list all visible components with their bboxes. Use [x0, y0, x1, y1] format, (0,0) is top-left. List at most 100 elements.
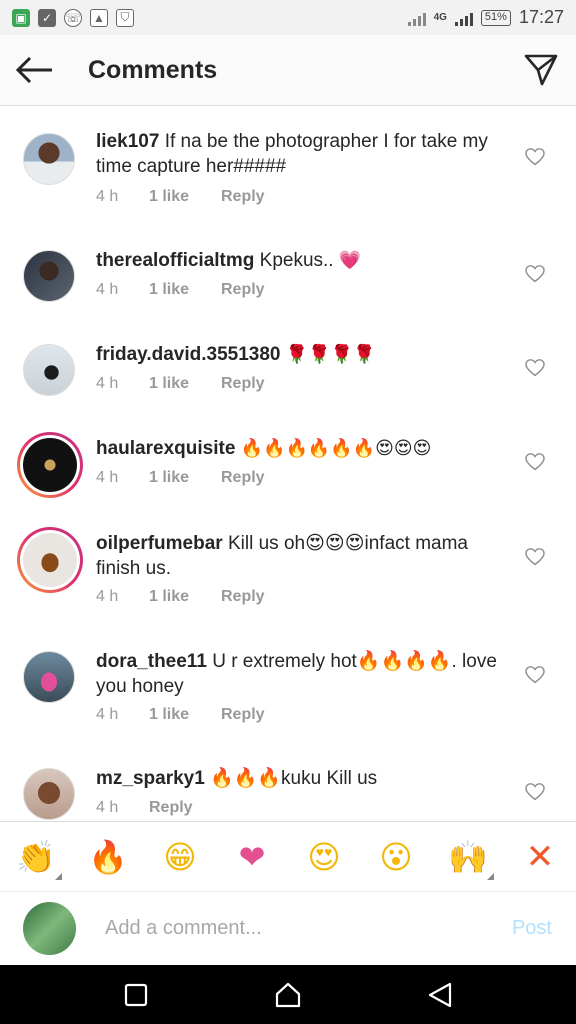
heart-outline-icon — [525, 453, 545, 471]
comment-username[interactable]: therealofficialtmg — [96, 250, 254, 271]
comment-time: 4 h — [96, 706, 119, 723]
app-header: Comments — [0, 35, 576, 106]
like-heart-button[interactable] — [522, 356, 548, 380]
comment-input[interactable] — [105, 917, 485, 940]
fire-icon: 🔥 — [88, 837, 128, 876]
heart-eyes-emoji-button[interactable]: 😍 — [288, 821, 360, 892]
comment-text: mz_sparky1 🔥🔥🔥kuku Kill us — [96, 768, 378, 789]
like-heart-button[interactable] — [522, 545, 548, 569]
avatar-story-ring[interactable] — [17, 432, 83, 498]
comment-username[interactable]: liek107 — [96, 131, 159, 152]
reply-button[interactable]: Reply — [221, 469, 265, 487]
system-nav-bar — [0, 965, 576, 1024]
comment-username[interactable]: haularexquisite — [96, 438, 235, 459]
reply-button[interactable]: Reply — [221, 188, 265, 206]
comment-username[interactable]: friday.david.3551380 — [96, 344, 280, 365]
comment-text: friday.david.3551380 🌹🌹🌹🌹 — [96, 344, 376, 365]
comment-time: 4 h — [96, 588, 119, 605]
add-comment-bar: Post — [0, 892, 576, 965]
comment-username[interactable]: mz_sparky1 — [96, 768, 205, 789]
network-type: 4G — [433, 12, 447, 23]
whatsapp-icon: ☏ — [64, 8, 82, 27]
comment-meta: 4 h 1 like Reply — [96, 588, 265, 606]
reply-button[interactable]: Reply — [149, 799, 193, 817]
reply-button[interactable]: Reply — [221, 281, 265, 299]
like-heart-button[interactable] — [522, 780, 548, 804]
paper-plane-icon — [524, 54, 558, 86]
comment-likes[interactable]: 1 like — [149, 281, 221, 299]
comment-meta: 4 h 1 like Reply — [96, 375, 265, 393]
comment-time: 4 h — [96, 281, 119, 298]
avatar[interactable] — [23, 651, 77, 705]
comment-meta: 4 h 1 like Reply — [96, 188, 265, 206]
comment-text: oilperfumebar Kill us oh😍😍😍infact mama f… — [96, 533, 468, 579]
heart-emoji-button[interactable]: ❤ — [216, 821, 288, 892]
avatar[interactable] — [23, 768, 77, 821]
comment-username[interactable]: oilperfumebar — [96, 533, 223, 554]
like-heart-button[interactable] — [522, 145, 548, 169]
cell-signal-icon — [454, 10, 473, 26]
status-bar: ▣ ✓ ☏ ▲ ⛉ 4G 51% 17:27 — [0, 0, 576, 35]
comment-time: 4 h — [96, 469, 119, 486]
page-title: Comments — [88, 55, 218, 84]
wifi-signal-icon — [407, 10, 426, 26]
grinning-face-emoji-button[interactable]: 😁 — [144, 821, 216, 892]
comment-username[interactable]: dora_thee11 — [96, 651, 207, 672]
clapping-hands-emoji-button[interactable]: 👏 — [0, 821, 72, 892]
close-x-icon: ✕ — [525, 837, 555, 876]
comment-list: liek107 If na be the photographer I for … — [0, 107, 576, 821]
comment-likes[interactable]: 1 like — [149, 188, 221, 206]
my-avatar — [23, 902, 76, 955]
shield-check-icon: ✓ — [38, 8, 56, 27]
comment-likes[interactable]: 1 like — [149, 375, 221, 393]
reply-button[interactable]: Reply — [221, 375, 265, 393]
pink-heart-icon: ❤ — [238, 837, 266, 876]
comment-likes[interactable]: 1 like — [149, 469, 221, 487]
share-button[interactable] — [506, 35, 576, 106]
heart-eyes-icon: 😍 — [307, 837, 341, 876]
reply-button[interactable]: Reply — [221, 588, 265, 606]
heart-outline-icon — [525, 666, 545, 684]
heart-outline-icon — [525, 548, 545, 566]
comment-time: 4 h — [96, 188, 119, 205]
like-heart-button[interactable] — [522, 262, 548, 286]
comment-meta: 4 h 1 like Reply — [96, 281, 265, 299]
grinning-face-icon: 😁 — [163, 837, 197, 876]
comment-likes[interactable]: 1 like — [149, 588, 221, 606]
comment-text: therealofficialtmg Kpekus.. 💗 — [96, 250, 362, 271]
recents-button[interactable] — [106, 965, 166, 1024]
heart-outline-icon — [525, 265, 545, 283]
comment-time: 4 h — [96, 375, 119, 392]
like-heart-button[interactable] — [522, 450, 548, 474]
heart-outline-icon — [525, 783, 545, 801]
avatar[interactable] — [23, 133, 77, 187]
emoji-reaction-bar: 👏 🔥 😁 ❤ 😍 😮 🙌 ✕ — [0, 821, 576, 892]
surprised-face-icon: 😮 — [379, 837, 413, 876]
raised-hands-emoji-button[interactable]: 🙌 — [432, 821, 504, 892]
comment-meta: 4 h Reply — [96, 799, 193, 817]
comment-time: 4 h — [96, 799, 119, 816]
comment-text: haularexquisite 🔥🔥🔥🔥🔥🔥😍😍😍 — [96, 438, 432, 459]
avatar-story-ring[interactable] — [17, 527, 83, 593]
heart-outline-icon — [525, 359, 545, 377]
home-icon — [275, 982, 301, 1007]
gallery-icon: ▲ — [90, 8, 108, 27]
back-button[interactable] — [0, 35, 70, 106]
avatar[interactable] — [23, 344, 77, 398]
comment-text: dora_thee11 U r extremely hot🔥🔥🔥🔥. love … — [96, 651, 497, 697]
post-button[interactable]: Post — [512, 917, 552, 940]
raised-hands-icon: 🙌 — [448, 837, 488, 876]
heart-outline-icon — [525, 148, 545, 166]
like-heart-button[interactable] — [522, 663, 548, 687]
comment-likes[interactable]: 1 like — [149, 706, 221, 724]
battery-indicator: 51% — [480, 9, 511, 26]
comment-text: liek107 If na be the photographer I for … — [96, 131, 488, 177]
home-button[interactable] — [258, 965, 318, 1024]
avatar[interactable] — [23, 250, 77, 304]
reply-button[interactable]: Reply — [221, 706, 265, 724]
fire-emoji-button[interactable]: 🔥 — [72, 821, 144, 892]
back-nav-button[interactable] — [410, 965, 470, 1024]
close-emoji-bar-button[interactable]: ✕ — [504, 821, 576, 892]
surprised-face-emoji-button[interactable]: 😮 — [360, 821, 432, 892]
clock: 17:27 — [518, 7, 564, 27]
